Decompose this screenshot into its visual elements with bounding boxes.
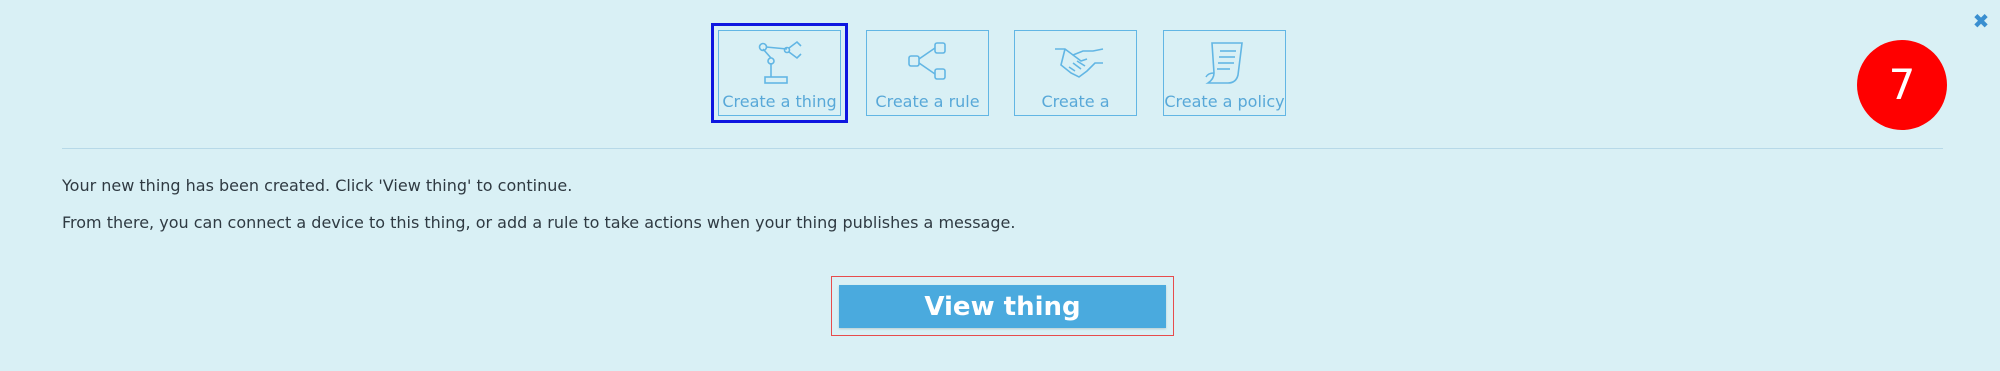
tile-label: Create a [1041,92,1110,111]
help-message: From there, you can connect a device to … [62,213,1016,232]
tile-create-rule[interactable]: Create a rule [866,30,989,116]
view-thing-button[interactable]: View thing [839,285,1166,328]
view-thing-highlight: View thing [831,276,1174,336]
tile-label: Create a rule [875,92,980,111]
robot-arm-icon [758,40,802,84]
tile-create-policy[interactable]: Create a policy [1163,30,1286,116]
branch-rule-icon [908,42,946,80]
tile-create-partner[interactable]: Create a [1014,30,1137,116]
handshake-icon [1055,48,1104,78]
status-message: Your new thing has been created. Click '… [62,176,573,195]
tile-create-thing[interactable]: Create a thing [711,23,848,123]
policy-document-icon [1205,42,1243,84]
divider [62,148,1943,149]
tutorial-step-tiles: Create a thing Create a rule Create a Cr… [0,22,2000,123]
tile-label: Create a thing [722,92,837,111]
tile-label: Create a policy [1164,92,1285,111]
